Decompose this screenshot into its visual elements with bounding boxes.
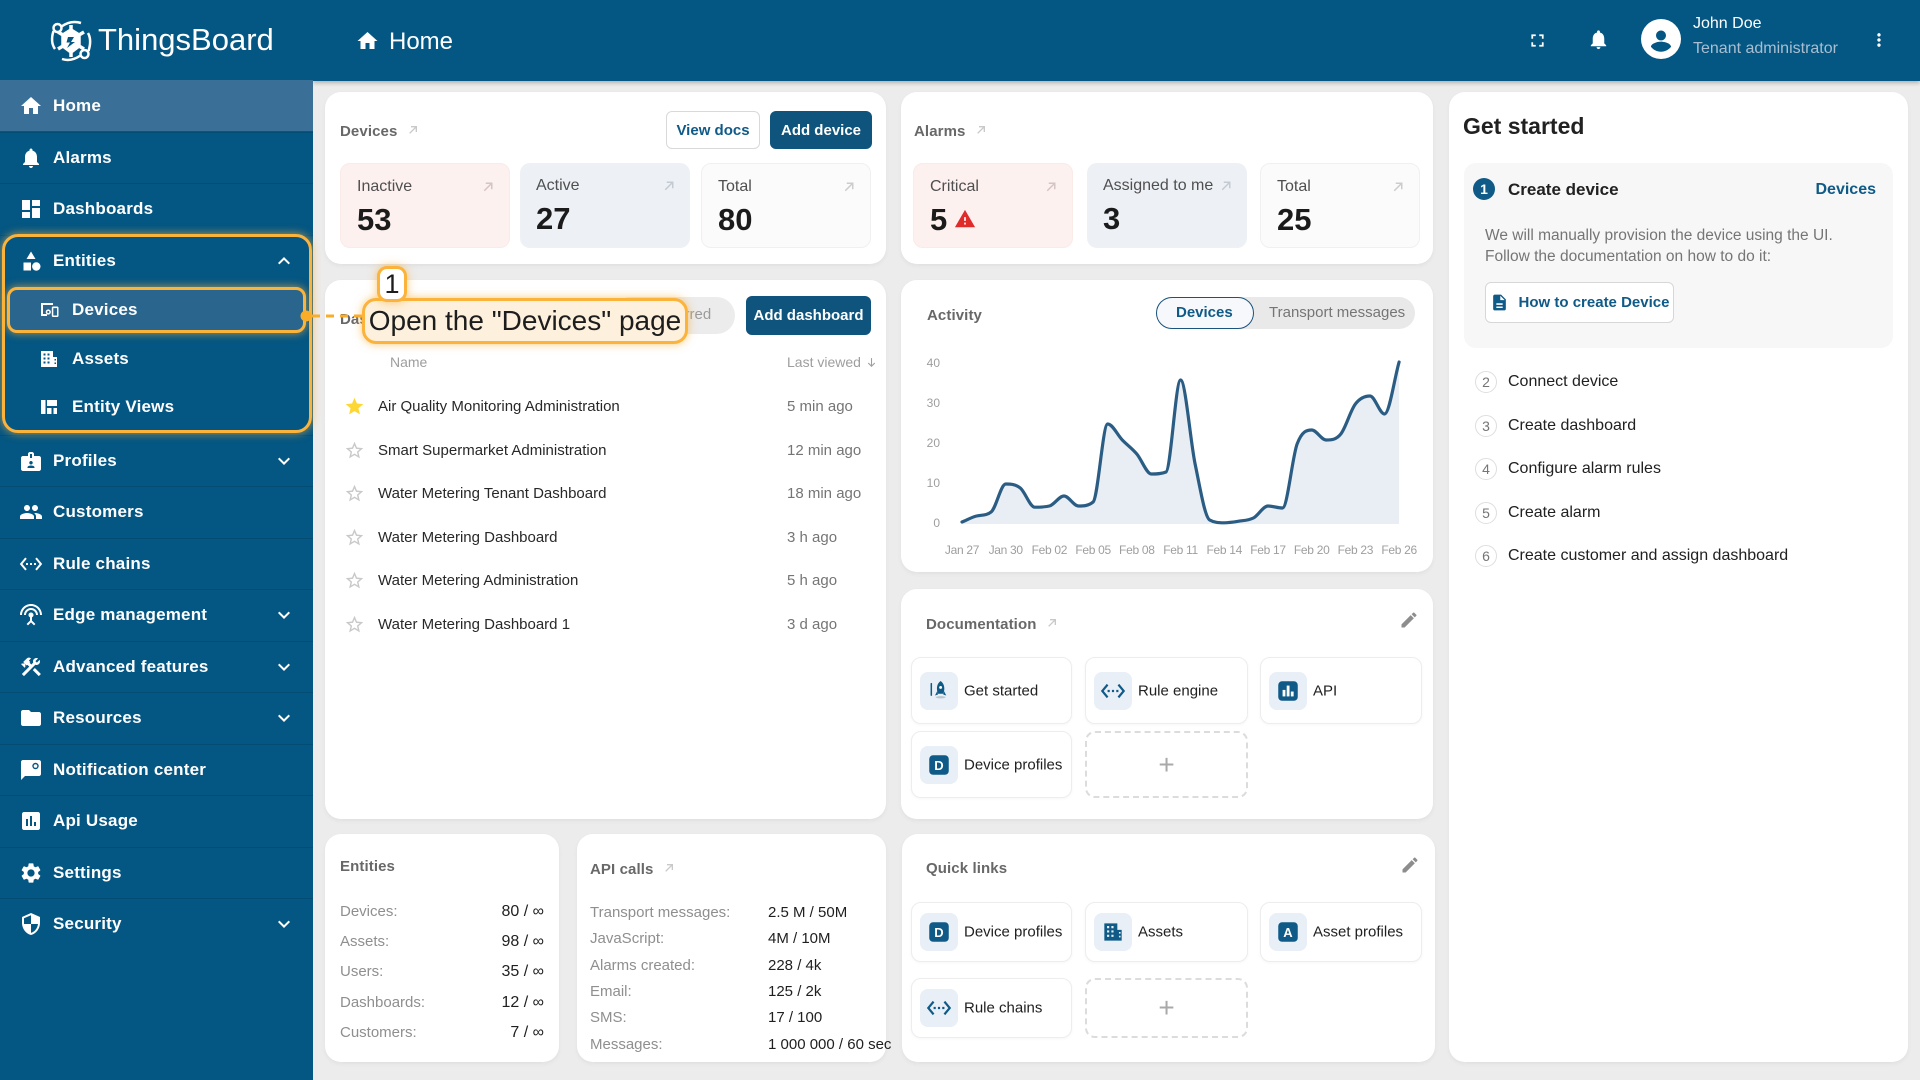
svg-text:D: D (934, 925, 943, 940)
svg-text:A: A (1283, 925, 1293, 940)
svg-text:D: D (934, 757, 943, 772)
